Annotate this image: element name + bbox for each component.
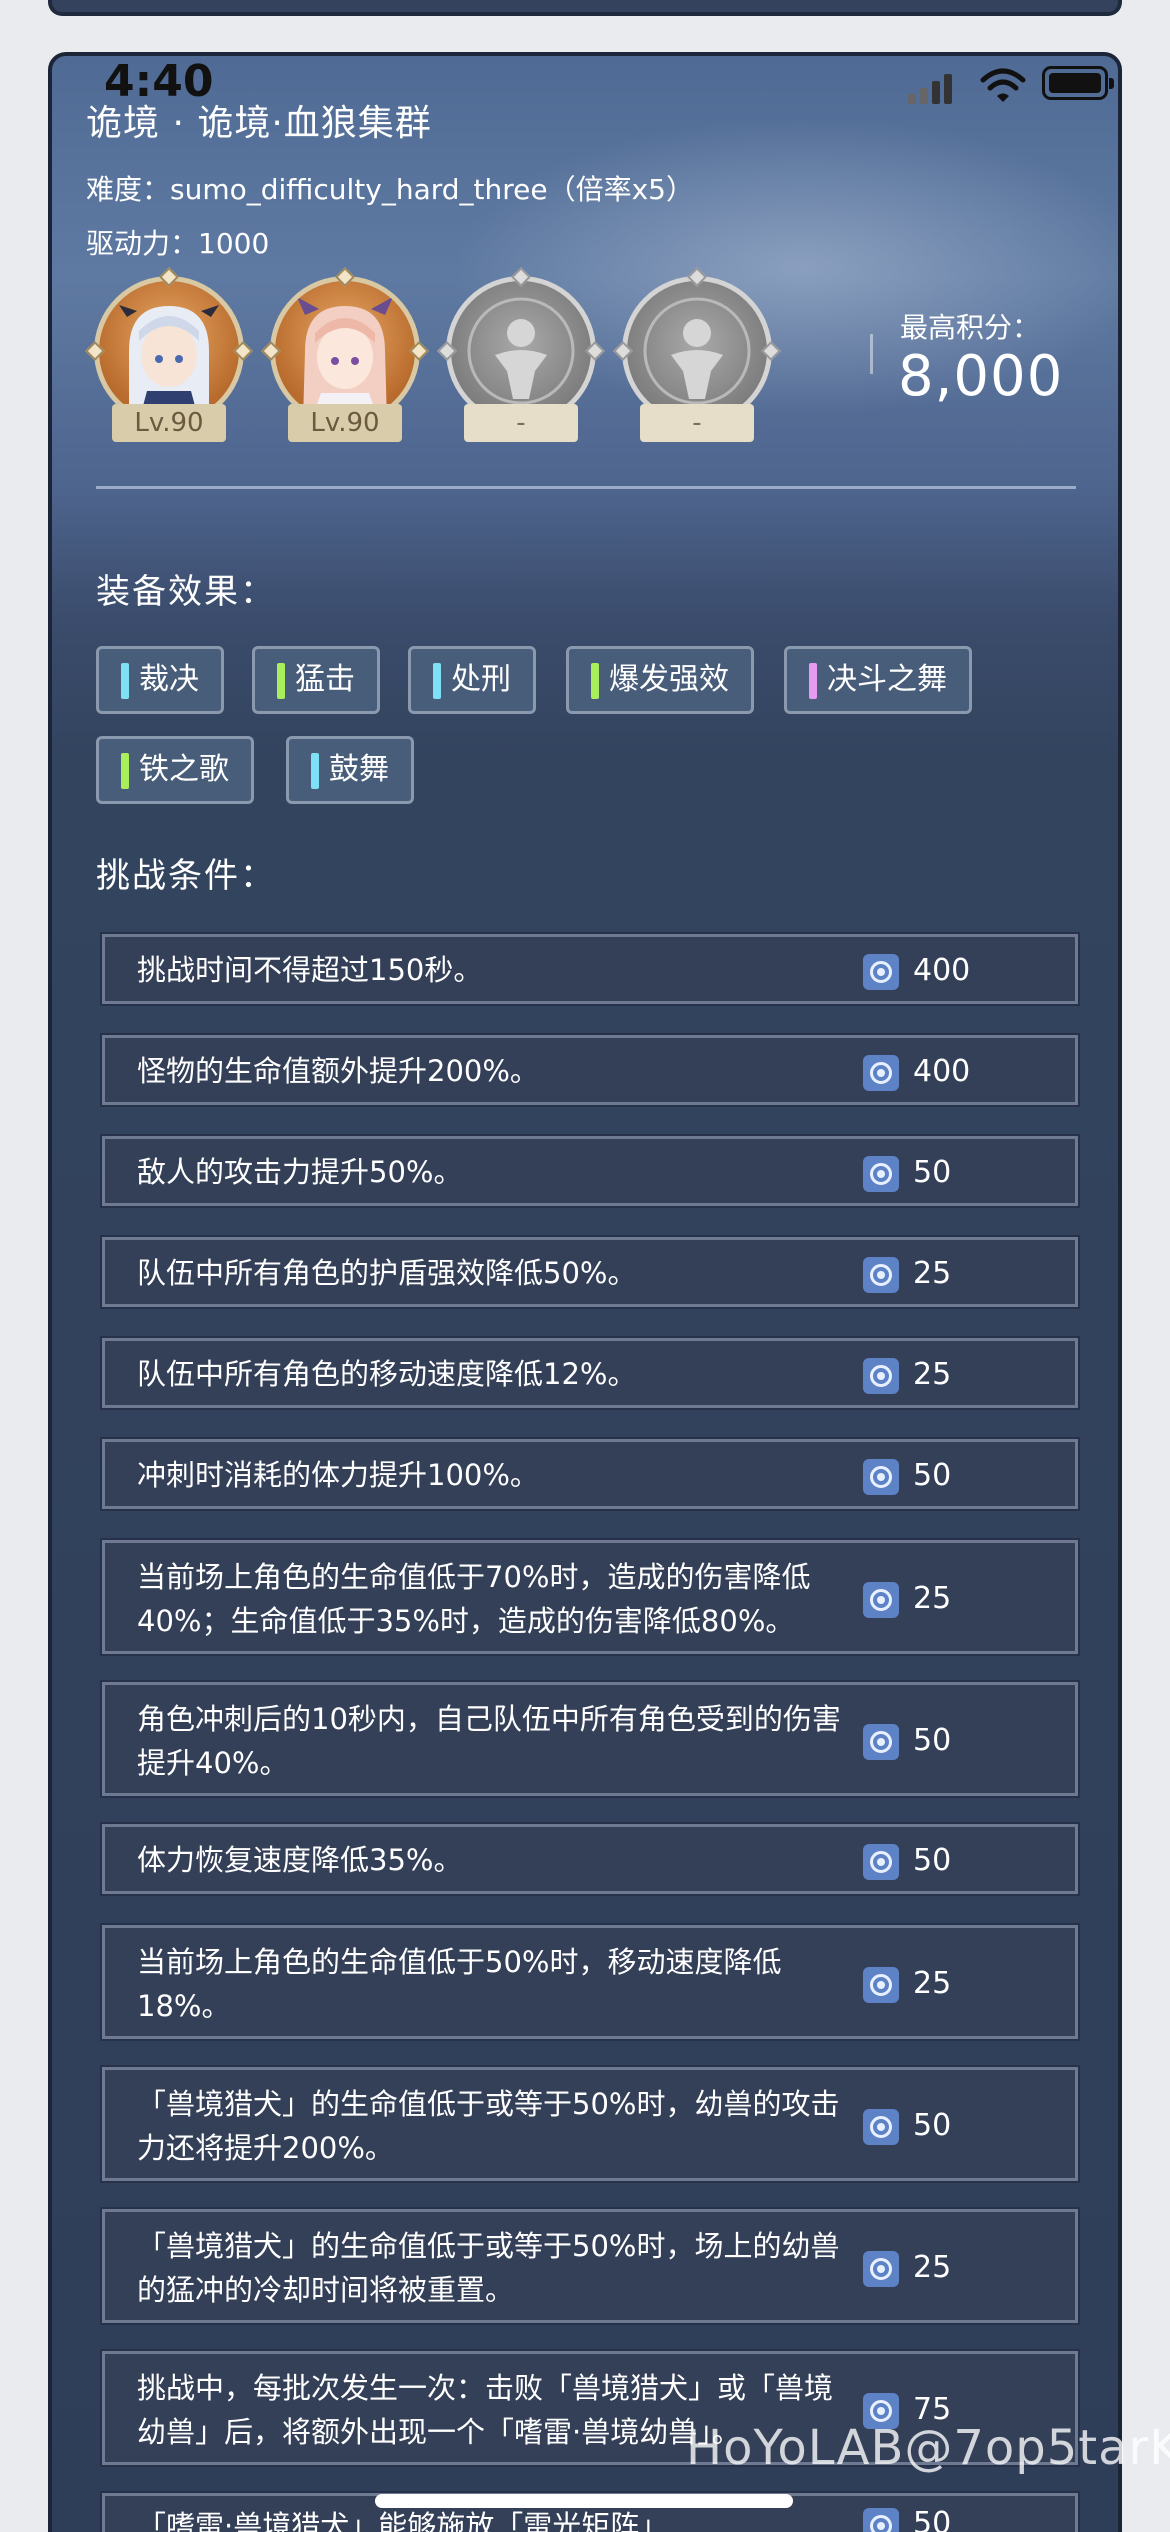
condition-row: 体力恢复速度降低35%。 50 [100,1822,1080,1896]
character-level-badge: - [464,404,578,442]
condition-points: 400 [913,953,971,988]
condition-text: 挑战时间不得超过150秒。 [137,953,483,987]
condition-row: 挑战时间不得超过150秒。 400 [100,932,1080,1006]
score-gem-icon [863,1967,899,2003]
effect-tag[interactable]: 爆发强效 [566,646,754,714]
condition-text: 「兽境猎犬」的生命值低于或等于50%时，幼兽的攻击力还将提升200%。 [137,2087,840,2165]
effect-color-bar [311,753,319,789]
score-gem-icon [863,1582,899,1618]
high-score-value: 8,000 [898,344,1064,409]
score-gem-icon [863,1459,899,1495]
condition-points: 50 [913,1843,952,1878]
effect-tag[interactable]: 裁决 [96,646,224,714]
character-level-badge: - [640,404,754,442]
section-divider [96,486,1076,489]
effect-color-bar [809,663,817,699]
team-lineup: Lv.90 Lv.90 - - 最高积分： 8,000 [85,267,1090,446]
condition-row: 怪物的生命值额外提升200%。 400 [100,1033,1080,1107]
effect-color-bar [121,663,129,699]
score-gem-icon [863,1724,899,1760]
challenge-conditions-title: 挑战条件： [96,856,276,896]
condition-row: 冲刺时消耗的体力提升100%。 50 [100,1437,1080,1511]
home-indicator[interactable] [375,2494,793,2508]
effect-color-bar [277,663,285,699]
condition-text: 冲刺时消耗的体力提升100%。 [137,1458,539,1492]
condition-row: 敌人的攻击力提升50%。 50 [100,1134,1080,1208]
condition-points: 25 [913,1966,952,2001]
condition-points: 50 [913,1458,952,1493]
status-time: 4:40 [104,56,214,107]
effect-color-bar [591,663,599,699]
score-gem-icon [863,1358,899,1394]
score-gem-icon [863,1055,899,1091]
wifi-icon [980,66,1026,106]
condition-text: 队伍中所有角色的移动速度降低12%。 [137,1357,637,1391]
difficulty-text: 难度：sumo_difficulty_hard_three（倍率x5） [86,173,694,206]
condition-points: 50 [913,2108,952,2143]
condition-row: 「兽境猎犬」的生命值低于或等于50%时，幼兽的攻击力还将提升200%。 50 [100,2065,1080,2183]
condition-row: 当前场上角色的生命值低于70%时，造成的伤害降低40%；生命值低于35%时，造成… [100,1538,1080,1656]
condition-text: 队伍中所有角色的护盾强效降低50%。 [137,1256,637,1290]
character-slot-4[interactable]: - [613,267,781,446]
condition-text: 当前场上角色的生命值低于70%时，造成的伤害降低40%；生命值低于35%时，造成… [137,1560,811,1638]
condition-text: 怪物的生命值额外提升200%。 [137,1054,539,1088]
effect-color-bar [433,663,441,699]
watermark: HoYoLAB@7op5tarK [686,2420,1170,2476]
condition-text: 角色冲刺后的10秒内，自己队伍中所有角色受到的伤害提升40%。 [137,1702,841,1780]
effect-tag[interactable]: 铁之歌 [96,736,254,804]
character-slot-2[interactable]: Lv.90 [261,267,429,446]
condition-text: 当前场上角色的生命值低于50%时，移动速度降低18%。 [137,1945,782,2023]
equipment-effects-title: 装备效果： [96,572,276,612]
score-gem-icon [863,1257,899,1293]
effect-tag[interactable]: 鼓舞 [286,736,414,804]
score-gem-icon [863,954,899,990]
condition-text: 体力恢复速度降低35%。 [137,1843,463,1877]
condition-text: 「嗜雷·兽境猎犬」能够施放「雷光矩阵」 [137,2509,669,2532]
drive-power-text: 驱动力：1000 [86,227,270,260]
character-level-badge: Lv.90 [112,404,226,442]
score-gem-icon [863,2508,899,2532]
effect-tag[interactable]: 处刑 [408,646,536,714]
condition-text: 敌人的攻击力提升50%。 [137,1155,463,1189]
condition-points: 50 [913,1155,952,1190]
condition-row: 队伍中所有角色的移动速度降低12%。 25 [100,1336,1080,1410]
character-slot-3[interactable]: - [437,267,605,446]
condition-row: 当前场上角色的生命值低于50%时，移动速度降低18%。 25 [100,1923,1080,2041]
condition-row: 队伍中所有角色的护盾强效降低50%。 25 [100,1235,1080,1309]
condition-points: 400 [913,1054,971,1089]
condition-points: 25 [913,1581,952,1616]
character-slot-1[interactable]: Lv.90 [85,267,253,446]
challenge-record-card: 4:40 诡境 · 诡境·血狼集群 难度：sumo_difficulty_har… [48,52,1122,2532]
score-gem-icon [863,1156,899,1192]
score-gem-icon [863,2109,899,2145]
condition-points: 25 [913,1357,952,1392]
previous-record-card [48,0,1122,16]
condition-row: 「兽境猎犬」的生命值低于或等于50%时，场上的幼兽的猛冲的冷却时间将被重置。 2… [100,2207,1080,2325]
battery-icon [1042,66,1114,100]
effect-tag[interactable]: 决斗之舞 [784,646,972,714]
condition-points: 50 [913,2506,952,2532]
high-score-label: 最高积分： [900,311,1041,344]
condition-points: 25 [913,1256,952,1291]
condition-row: 角色冲刺后的10秒内，自己队伍中所有角色受到的伤害提升40%。 50 [100,1680,1080,1798]
score-gem-icon [863,2251,899,2287]
condition-text: 「兽境猎犬」的生命值低于或等于50%时，场上的幼兽的猛冲的冷却时间将被重置。 [137,2229,840,2307]
condition-points: 25 [913,2250,952,2285]
condition-points: 50 [913,1723,952,1758]
cellular-signal-icon [908,74,956,104]
character-level-badge: Lv.90 [288,404,402,442]
status-bar: 4:40 [52,56,1118,156]
score-gem-icon [863,1844,899,1880]
effect-tag[interactable]: 猛击 [252,646,380,714]
score-divider [870,334,873,374]
effect-color-bar [121,753,129,789]
